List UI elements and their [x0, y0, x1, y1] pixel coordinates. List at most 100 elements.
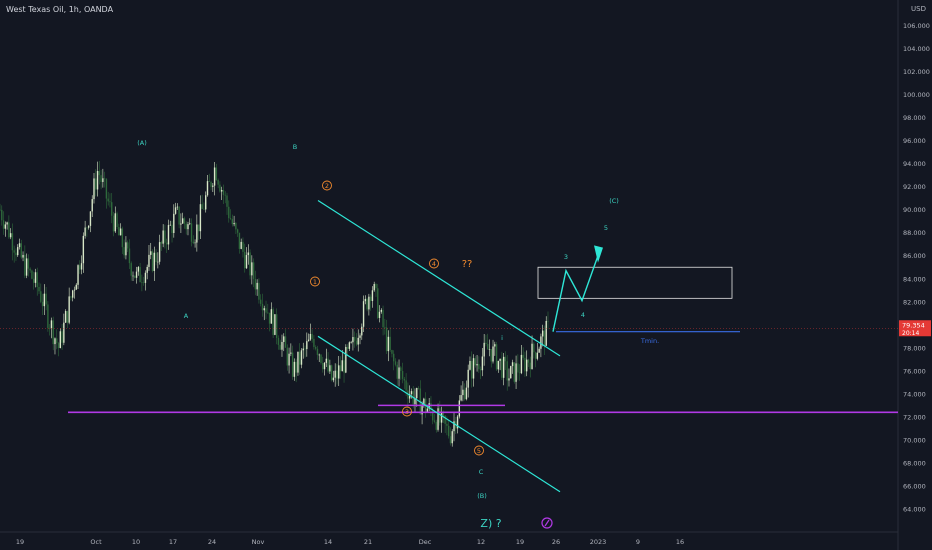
candle-body: [32, 278, 35, 283]
candle-body: [213, 167, 216, 186]
candle-body: [114, 213, 116, 232]
candle-body: [64, 311, 67, 323]
x-tick-label: 14: [324, 538, 332, 546]
wave-label: 4: [432, 260, 436, 268]
candle-body: [196, 224, 198, 243]
candle-body: [82, 235, 85, 264]
candle-body: [368, 296, 370, 310]
candle-body: [219, 184, 221, 192]
candle-body: [217, 180, 219, 185]
wave-label: 1: [313, 278, 317, 286]
candle-body: [378, 311, 381, 318]
candle-body: [52, 320, 54, 345]
candle-body: [84, 227, 86, 236]
candle-body: [148, 254, 150, 267]
x-tick-label: 9: [636, 538, 640, 546]
candle-body: [1, 209, 3, 221]
candle-body: [174, 207, 177, 214]
candle-body: [61, 331, 63, 343]
candle-body: [187, 224, 189, 230]
wave-label: ??: [462, 259, 473, 270]
candle-body: [87, 225, 90, 228]
candle-body: [240, 241, 242, 249]
candle-body: [9, 233, 12, 238]
x-tick-label: 2023: [590, 538, 607, 546]
candle-body: [533, 343, 535, 353]
candle-body: [373, 283, 375, 291]
candle-body: [384, 327, 386, 328]
wave-label: Z) ?: [480, 517, 501, 530]
y-tick-label: 104.000: [903, 45, 930, 53]
candle-body: [109, 201, 111, 203]
candle-body: [153, 252, 155, 271]
candle-body: [224, 194, 226, 196]
candle-body: [387, 336, 390, 352]
candle-body: [469, 360, 471, 370]
candle-body: [336, 370, 338, 379]
candle-body: [499, 358, 501, 361]
candle-body: [238, 232, 241, 249]
price-chart-svg[interactable]: 64.000 66.000 68.000 70.000 72.000 74.000 76.0…: [0, 0, 932, 550]
x-tick-label: 21: [364, 538, 372, 546]
candle-countdown: 20:14: [902, 330, 919, 337]
candle-body: [492, 346, 494, 362]
candle-body: [479, 369, 482, 371]
chart-area[interactable]: 64.000 66.000 68.000 70.000 72.000 74.000 76.0…: [0, 0, 932, 550]
candle-body: [359, 335, 361, 338]
candle-body: [353, 337, 356, 341]
candle-body: [66, 311, 69, 323]
y-tick-label: 100.000: [903, 91, 930, 99]
y-tick-label: 94.000: [903, 160, 926, 168]
candle-body: [307, 339, 310, 342]
candle-body: [86, 227, 88, 229]
candle-body: [244, 251, 246, 269]
candle-body: [487, 344, 489, 350]
candle-body: [176, 206, 179, 208]
candle-body: [157, 261, 159, 263]
candle-body: [416, 388, 418, 399]
candle-body: [98, 171, 101, 176]
candle-body: [274, 314, 276, 335]
candle-body: [17, 247, 19, 256]
y-tick-label: 98.000: [903, 114, 926, 122]
x-tick-label: 12: [477, 538, 485, 546]
candle-body: [531, 343, 533, 370]
wave-label: B: [293, 143, 297, 151]
wave-label: (A): [137, 139, 147, 147]
candle-body: [93, 178, 95, 200]
candle-body: [322, 362, 324, 370]
x-tick-label: 19: [516, 538, 524, 546]
candle-body: [458, 400, 461, 417]
candle-body: [36, 272, 38, 288]
candle-body: [270, 309, 273, 324]
y-tick-label: 84.000: [903, 275, 926, 283]
candle-body: [313, 338, 315, 347]
candle-body: [447, 425, 450, 437]
y-tick-label: 90.000: [903, 206, 926, 214]
candle-body: [355, 340, 358, 345]
x-tick-label: 16: [676, 538, 684, 546]
candle-body: [189, 223, 191, 225]
candle-body: [171, 224, 173, 233]
candle-body: [547, 320, 549, 322]
candle-body: [467, 369, 469, 388]
candle-body: [446, 423, 448, 426]
currency-label: USD: [911, 5, 926, 13]
candle-body: [476, 364, 478, 366]
candle-body: [460, 395, 462, 401]
wave-label: 2: [325, 182, 329, 190]
candle-body: [309, 333, 312, 340]
candle-body: [451, 431, 453, 444]
candle-body: [339, 365, 342, 372]
candle-body: [59, 331, 61, 349]
candle-body: [462, 389, 464, 396]
y-tick-label: 74.000: [903, 390, 926, 398]
candle-body: [396, 364, 398, 379]
candle-body: [345, 346, 347, 373]
x-tick-label: Nov: [252, 538, 265, 546]
candle-body: [134, 275, 136, 278]
candle-body: [511, 362, 514, 367]
candle-body: [435, 421, 437, 430]
candle-body: [501, 358, 503, 378]
candle-body: [488, 349, 491, 350]
